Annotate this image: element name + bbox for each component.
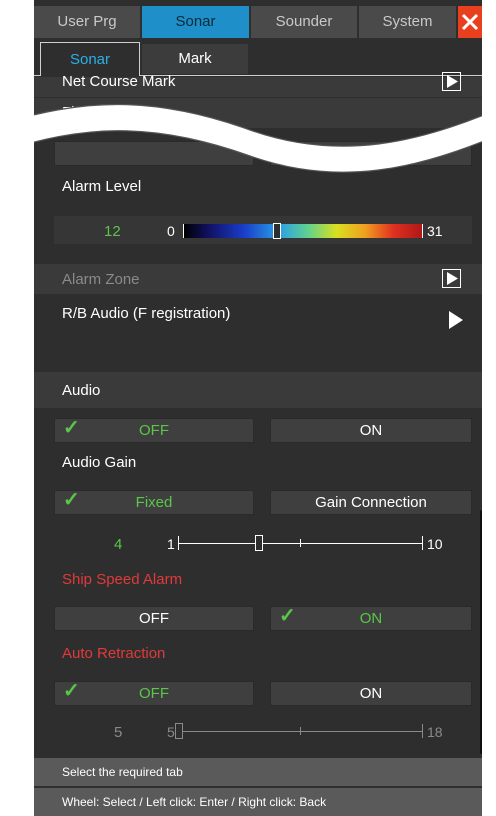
- alarm-level-value: 12: [104, 223, 121, 240]
- tab-user-prg[interactable]: User Prg: [34, 6, 140, 38]
- net-course-mark-label: Net Course Mark: [62, 73, 176, 90]
- check-icon: ✓: [63, 417, 80, 439]
- alarm-level-label: Alarm Level: [62, 178, 142, 195]
- tab-system[interactable]: System: [359, 6, 456, 38]
- retraction-off-button[interactable]: ✓ OFF: [54, 680, 254, 706]
- close-button[interactable]: [458, 6, 482, 38]
- audio-row: [34, 372, 482, 408]
- audio-gain-label: Audio Gain: [62, 454, 137, 471]
- ship-speed-on-label: ON: [359, 610, 383, 627]
- ship-speed-off-button[interactable]: OFF: [54, 606, 254, 631]
- gain-fixed-label: Fixed: [135, 494, 173, 511]
- audio-gain-value: 4: [114, 536, 123, 553]
- check-icon: ✓: [279, 605, 296, 627]
- gain-fixed-button[interactable]: ✓ Fixed: [54, 489, 254, 515]
- retraction-min: 5: [167, 724, 175, 740]
- omission-wave: [34, 103, 482, 173]
- alarm-level-min: 0: [167, 223, 175, 239]
- audio-on-button[interactable]: ON: [270, 418, 472, 443]
- alarm-level-thumb[interactable]: [272, 223, 281, 239]
- audio-label: Audio: [62, 382, 101, 399]
- rb-audio-label: R/B Audio (F registration): [62, 305, 231, 322]
- net-course-open-button[interactable]: [442, 72, 461, 91]
- settings-panel: User Prg Sonar Sounder System Sonar Mark…: [34, 0, 482, 816]
- gain-connection-button[interactable]: Gain Connection: [270, 490, 472, 515]
- audio-gain-right-tick: [422, 536, 423, 550]
- retraction-mid-tick: [300, 727, 301, 735]
- play-icon: [447, 272, 458, 285]
- check-icon: ✓: [63, 489, 80, 511]
- audio-gain-thumb[interactable]: [255, 535, 264, 551]
- alarm-level-color-bar[interactable]: [184, 224, 422, 238]
- check-icon: ✓: [63, 680, 80, 702]
- close-icon: [461, 13, 479, 31]
- retraction-thumb: [175, 723, 183, 739]
- ship-speed-alarm-label: Ship Speed Alarm: [62, 571, 183, 588]
- tab-sonar[interactable]: Sonar: [142, 6, 249, 38]
- retraction-off-label: OFF: [139, 685, 169, 702]
- status-message: Select the required tab: [62, 765, 183, 779]
- play-icon: [447, 75, 458, 88]
- ship-speed-on-button[interactable]: ✓ ON: [270, 605, 472, 631]
- audio-off-button[interactable]: ✓ OFF: [54, 417, 254, 443]
- play-icon[interactable]: [448, 310, 464, 330]
- audio-gain-mid-tick: [300, 539, 301, 547]
- alarm-level-max: 31: [427, 223, 443, 239]
- retraction-max: 18: [427, 724, 443, 740]
- retraction-on-button[interactable]: ON: [270, 681, 472, 706]
- auto-retraction-label: Auto Retraction: [62, 645, 166, 662]
- help-text: Wheel: Select / Left click: Enter / Righ…: [62, 795, 327, 809]
- audio-gain-min: 1: [167, 536, 175, 552]
- audio-off-label: OFF: [139, 422, 169, 439]
- retraction-value: 5: [114, 724, 123, 741]
- scrollbar[interactable]: [480, 510, 482, 754]
- tab-sounder[interactable]: Sounder: [251, 6, 357, 38]
- retraction-right-tick: [422, 724, 423, 738]
- audio-gain-max: 10: [427, 536, 443, 552]
- alarm-zone-open-button[interactable]: [442, 269, 461, 288]
- alarm-zone-label: Alarm Zone: [62, 271, 140, 288]
- subtab-mark[interactable]: Mark: [142, 44, 248, 74]
- subtab-sonar[interactable]: Sonar: [40, 42, 140, 76]
- alarm-level-end-tick-right: [422, 224, 423, 238]
